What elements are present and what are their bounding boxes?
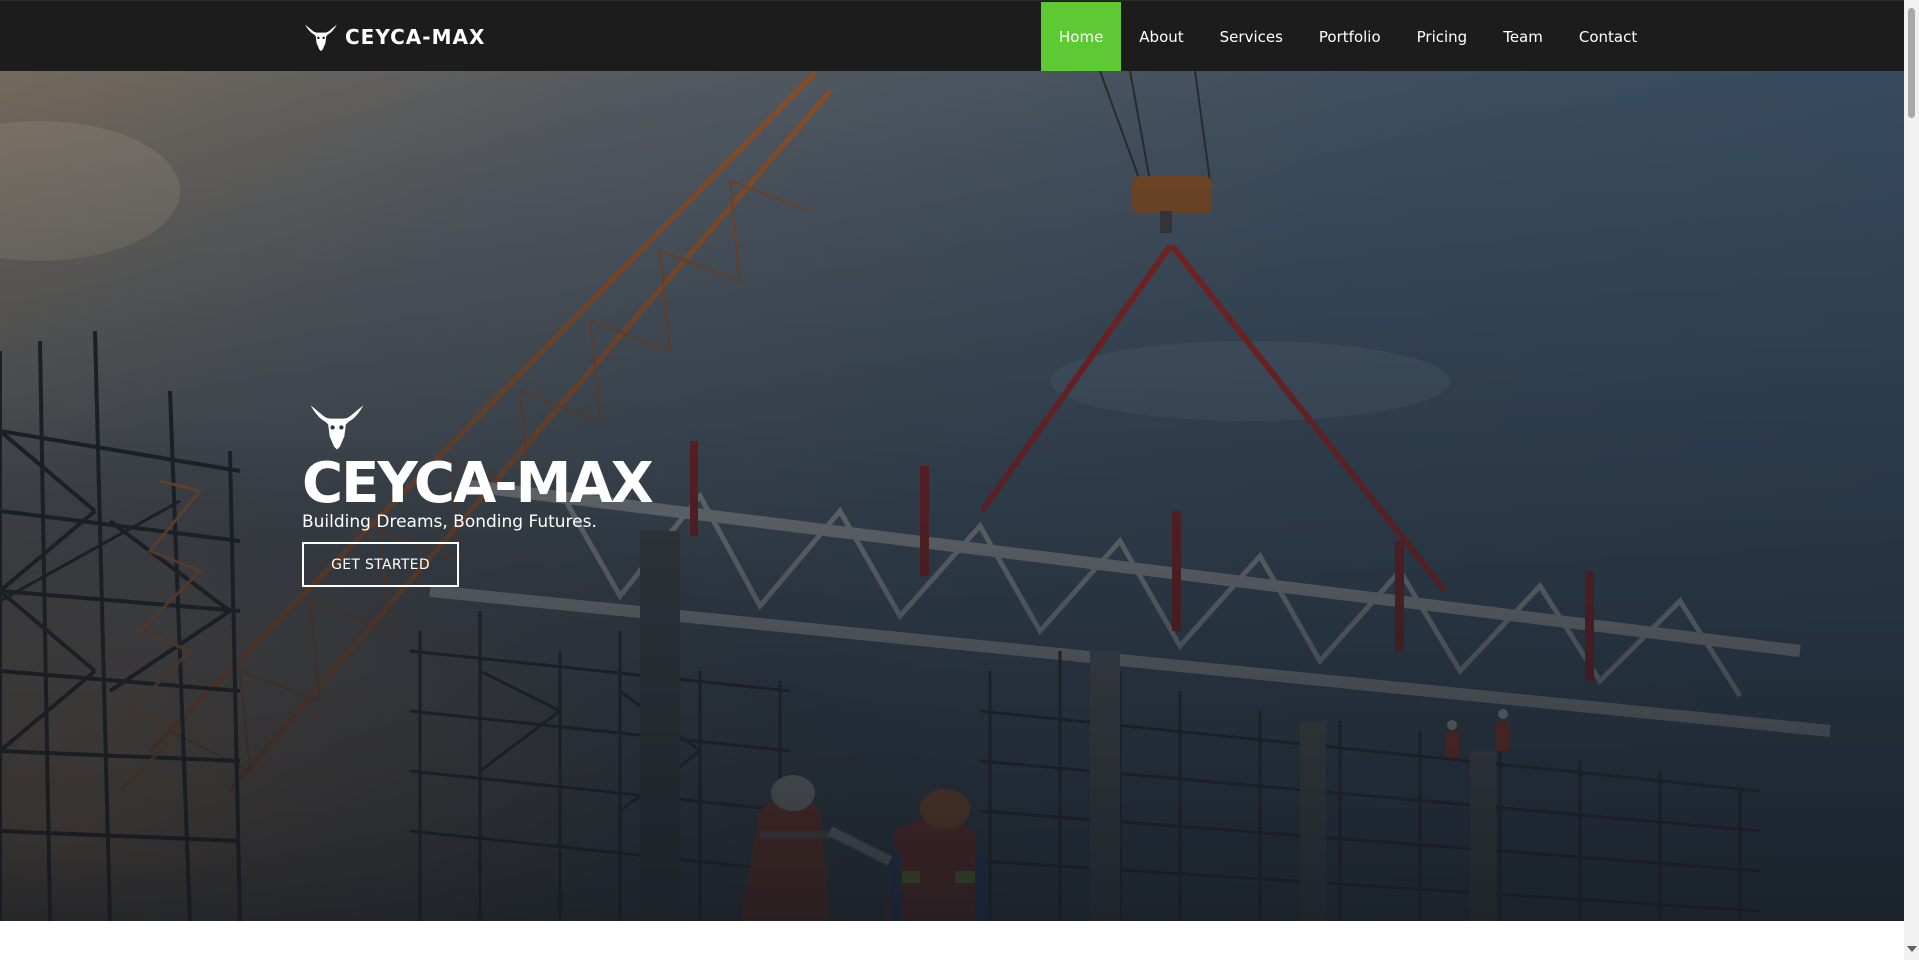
nav-team[interactable]: Team <box>1485 2 1561 72</box>
nav-pricing[interactable]: Pricing <box>1399 2 1486 72</box>
goat-skull-icon <box>305 24 337 52</box>
brand-link[interactable]: CEYCA-MAX <box>303 21 485 53</box>
brand-name: CEYCA-MAX <box>345 25 486 49</box>
nav-contact[interactable]: Contact <box>1561 2 1655 72</box>
scrollbar-thumb[interactable] <box>1908 8 1915 118</box>
page-scrollbar[interactable] <box>1904 0 1919 960</box>
nav-portfolio[interactable]: Portfolio <box>1301 2 1399 72</box>
nav-services[interactable]: Services <box>1202 2 1301 72</box>
nav-about[interactable]: About <box>1121 2 1201 72</box>
hero-content: CEYCA-MAX Building Dreams, Bonding Futur… <box>302 401 654 587</box>
navbar: CEYCA-MAX Home About Services Portfolio … <box>0 0 1904 72</box>
hero-title: CEYCA-MAX <box>302 451 654 516</box>
hero-section: CEYCA-MAX Building Dreams, Bonding Futur… <box>0 71 1904 921</box>
goat-skull-icon <box>310 405 364 450</box>
get-started-button[interactable]: GET STARTED <box>302 542 459 587</box>
nav-home[interactable]: Home <box>1041 2 1122 72</box>
scroll-down-arrow-icon[interactable] <box>1907 946 1917 952</box>
main-nav: Home About Services Portfolio Pricing Te… <box>1041 2 1655 72</box>
hero-background-image <box>0 71 1904 921</box>
